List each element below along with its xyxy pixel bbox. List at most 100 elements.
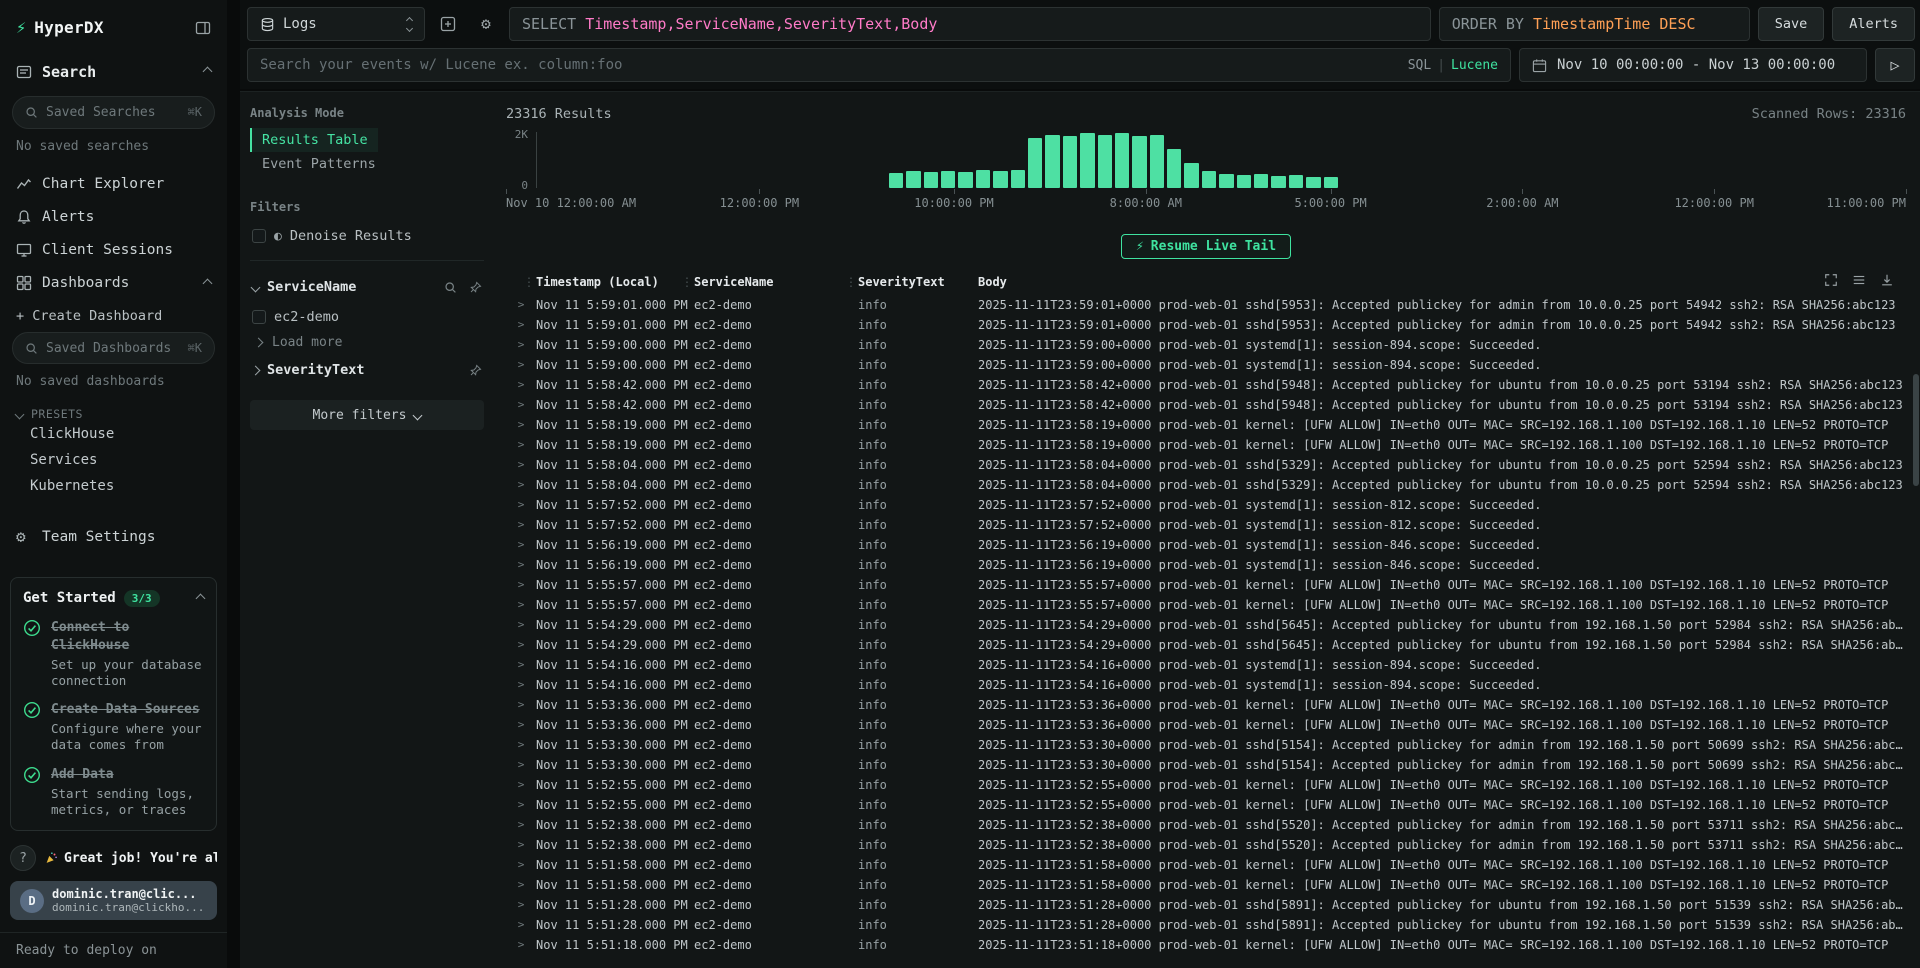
row-expand-chevron[interactable]: > xyxy=(506,475,536,495)
row-expand-chevron[interactable]: > xyxy=(506,915,536,935)
row-expand-chevron[interactable]: > xyxy=(506,455,536,475)
sidebar-item-alerts[interactable]: Alerts xyxy=(0,201,227,234)
row-expand-chevron[interactable]: > xyxy=(506,935,536,955)
select-columns-input[interactable]: SELECTTimestamp,ServiceName,SeverityText… xyxy=(509,7,1431,41)
log-row[interactable]: >Nov 11 5:58:42.000 PMec2-demoinfo2025-1… xyxy=(506,395,1906,415)
row-expand-chevron[interactable]: > xyxy=(506,775,536,795)
row-expand-chevron[interactable]: > xyxy=(506,855,536,875)
log-row[interactable]: >Nov 11 5:51:28.000 PMec2-demoinfo2025-1… xyxy=(506,895,1906,915)
log-row[interactable]: >Nov 11 5:55:57.000 PMec2-demoinfo2025-1… xyxy=(506,595,1906,615)
histogram-bar[interactable] xyxy=(1324,177,1338,188)
histogram-bar[interactable] xyxy=(1167,149,1181,188)
sidebar-item-team-settings[interactable]: ⚙ Team Settings xyxy=(0,521,227,553)
get-started-step[interactable]: Create Data Sources Configure where your… xyxy=(23,701,204,753)
filter-group-severitytext[interactable]: SeverityText xyxy=(250,354,484,386)
histogram-bar[interactable] xyxy=(1289,175,1303,188)
log-row[interactable]: >Nov 11 5:52:55.000 PMec2-demoinfo2025-1… xyxy=(506,795,1906,815)
histogram-bar[interactable] xyxy=(1150,135,1164,188)
log-row[interactable]: >Nov 11 5:51:28.000 PMec2-demoinfo2025-1… xyxy=(506,915,1906,935)
log-row[interactable]: >Nov 11 5:55:57.000 PMec2-demoinfo2025-1… xyxy=(506,575,1906,595)
histogram-bar[interactable] xyxy=(958,172,972,188)
checkbox[interactable] xyxy=(252,229,266,243)
log-row[interactable]: >Nov 11 5:59:01.000 PMec2-demoinfo2025-1… xyxy=(506,295,1906,315)
log-row[interactable]: >Nov 11 5:54:16.000 PMec2-demoinfo2025-1… xyxy=(506,655,1906,675)
mode-results-table[interactable]: Results Table xyxy=(250,128,378,152)
histogram-bar[interactable] xyxy=(889,173,903,188)
histogram-bar[interactable] xyxy=(1098,135,1112,188)
pin-icon[interactable] xyxy=(469,364,482,377)
log-row[interactable]: >Nov 11 5:53:36.000 PMec2-demoinfo2025-1… xyxy=(506,695,1906,715)
row-expand-chevron[interactable]: > xyxy=(506,415,536,435)
log-row[interactable]: >Nov 11 5:58:19.000 PMec2-demoinfo2025-1… xyxy=(506,415,1906,435)
row-expand-chevron[interactable]: > xyxy=(506,715,536,735)
filter-search-icon[interactable] xyxy=(444,281,457,294)
row-expand-chevron[interactable]: > xyxy=(506,315,536,335)
row-expand-chevron[interactable]: > xyxy=(506,795,536,815)
log-row[interactable]: >Nov 11 5:56:19.000 PMec2-demoinfo2025-1… xyxy=(506,535,1906,555)
histogram-bar[interactable] xyxy=(1184,163,1198,188)
log-row[interactable]: >Nov 11 5:54:16.000 PMec2-demoinfo2025-1… xyxy=(506,675,1906,695)
checkbox[interactable] xyxy=(252,310,266,324)
log-row[interactable]: >Nov 11 5:52:55.000 PMec2-demoinfo2025-1… xyxy=(506,775,1906,795)
histogram-bar[interactable] xyxy=(1028,138,1042,188)
chevron-up-icon[interactable] xyxy=(203,67,213,77)
table-scrollbar[interactable] xyxy=(1912,374,1920,962)
histogram-bar[interactable] xyxy=(924,172,938,188)
sidebar-item-chart-explorer[interactable]: Chart Explorer xyxy=(0,168,227,201)
order-by-input[interactable]: ORDER BYTimestampTime DESC xyxy=(1439,7,1750,41)
row-expand-chevron[interactable]: > xyxy=(506,635,536,655)
log-row[interactable]: >Nov 11 5:54:29.000 PMec2-demoinfo2025-1… xyxy=(506,615,1906,635)
histogram-bar[interactable] xyxy=(906,171,920,188)
event-search-box[interactable]: SQL | Lucene xyxy=(247,48,1511,82)
log-row[interactable]: >Nov 11 5:58:04.000 PMec2-demoinfo2025-1… xyxy=(506,475,1906,495)
histogram-bar[interactable] xyxy=(1011,170,1025,188)
log-row[interactable]: >Nov 11 5:57:52.000 PMec2-demoinfo2025-1… xyxy=(506,515,1906,535)
row-expand-chevron[interactable]: > xyxy=(506,815,536,835)
row-expand-chevron[interactable]: > xyxy=(506,675,536,695)
row-expand-chevron[interactable]: > xyxy=(506,395,536,415)
add-source-button[interactable] xyxy=(433,9,463,39)
source-select[interactable]: Logs xyxy=(247,7,425,41)
row-expand-chevron[interactable]: > xyxy=(506,735,536,755)
log-row[interactable]: >Nov 11 5:59:00.000 PMec2-demoinfo2025-1… xyxy=(506,335,1906,355)
log-row[interactable]: >Nov 11 5:54:29.000 PMec2-demoinfo2025-1… xyxy=(506,635,1906,655)
row-expand-chevron[interactable]: > xyxy=(506,535,536,555)
log-row[interactable]: >Nov 11 5:59:01.000 PMec2-demoinfo2025-1… xyxy=(506,315,1906,335)
column-header-severitytext[interactable]: SeverityText xyxy=(858,275,978,289)
log-row[interactable]: >Nov 11 5:51:58.000 PMec2-demoinfo2025-1… xyxy=(506,875,1906,895)
row-expand-chevron[interactable]: > xyxy=(506,515,536,535)
get-started-step[interactable]: Add Data Start sending logs, metrics, or… xyxy=(23,766,204,818)
get-started-header[interactable]: Get Started 3/3 xyxy=(23,590,204,607)
histogram-bar[interactable] xyxy=(1254,174,1268,188)
histogram-bar[interactable] xyxy=(993,171,1007,188)
row-expand-chevron[interactable]: > xyxy=(506,555,536,575)
language-lucene-option[interactable]: Lucene xyxy=(1451,58,1498,73)
row-expand-chevron[interactable]: > xyxy=(506,655,536,675)
histogram-bar[interactable] xyxy=(1306,177,1320,188)
column-header-timestamp[interactable]: Timestamp (Local) xyxy=(536,275,694,289)
histogram-bar[interactable] xyxy=(1132,136,1146,188)
row-expand-chevron[interactable]: > xyxy=(506,595,536,615)
source-settings-gear-icon[interactable]: ⚙ xyxy=(471,9,501,39)
download-icon[interactable] xyxy=(1880,273,1894,287)
log-row[interactable]: >Nov 11 5:52:38.000 PMec2-demoinfo2025-1… xyxy=(506,815,1906,835)
saved-dashboards-input[interactable]: Saved Dashboards ⌘K xyxy=(12,332,215,365)
create-dashboard-button[interactable]: + Create Dashboard xyxy=(0,300,227,324)
row-expand-chevron[interactable]: > xyxy=(506,875,536,895)
language-sql-option[interactable]: SQL xyxy=(1408,58,1431,73)
log-row[interactable]: >Nov 11 5:58:42.000 PMec2-demoinfo2025-1… xyxy=(506,375,1906,395)
log-row[interactable]: >Nov 11 5:51:58.000 PMec2-demoinfo2025-1… xyxy=(506,855,1906,875)
load-more-button[interactable]: Load more xyxy=(250,331,484,354)
row-expand-chevron[interactable]: > xyxy=(506,615,536,635)
chevron-up-icon[interactable] xyxy=(196,594,206,604)
chevron-up-icon[interactable] xyxy=(203,278,213,288)
user-profile-button[interactable]: D dominic.tran@clic... dominic.tran@clic… xyxy=(10,881,217,920)
row-expand-chevron[interactable]: > xyxy=(506,375,536,395)
row-expand-chevron[interactable]: > xyxy=(506,755,536,775)
log-row[interactable]: >Nov 11 5:57:52.000 PMec2-demoinfo2025-1… xyxy=(506,495,1906,515)
histogram-bar[interactable] xyxy=(1063,136,1077,188)
histogram-bar[interactable] xyxy=(941,171,955,188)
sidebar-item-search[interactable]: Search xyxy=(0,56,227,89)
column-header-body[interactable]: Body xyxy=(978,275,1906,289)
log-row[interactable]: >Nov 11 5:58:19.000 PMec2-demoinfo2025-1… xyxy=(506,435,1906,455)
